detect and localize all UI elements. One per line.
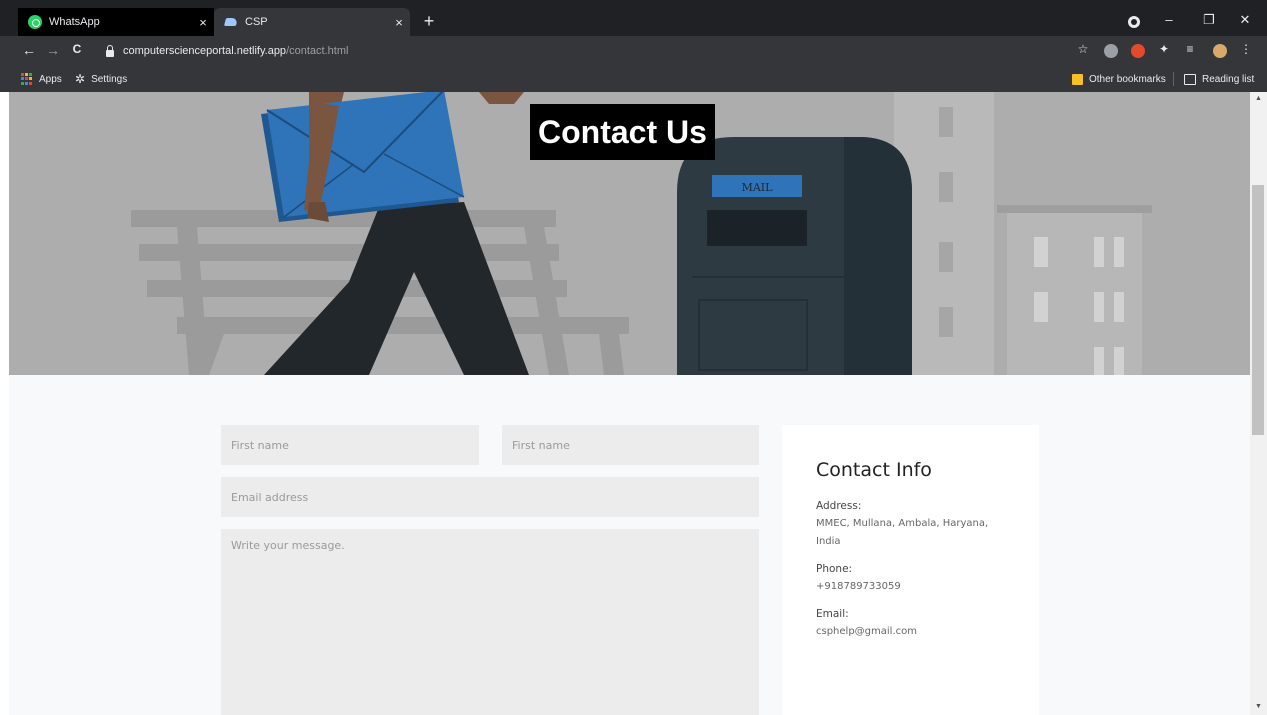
forward-button[interactable]: →: [44, 42, 62, 58]
folder-icon: [1072, 73, 1083, 85]
minimize-button[interactable]: –: [1157, 12, 1181, 27]
tab-title: CSP: [245, 16, 268, 28]
reading-list-icon: [1184, 73, 1196, 85]
profile-icon[interactable]: [1128, 16, 1140, 28]
url-host: computerscienceportal.netlify.app: [123, 45, 287, 57]
extensions-puzzle-icon[interactable]: ✦: [1156, 42, 1172, 56]
scroll-up-arrow-icon[interactable]: ▲: [1250, 92, 1267, 106]
bookmark-label: Settings: [91, 73, 128, 85]
lock-icon: [106, 44, 114, 57]
phone-value: +918789733059: [816, 581, 901, 592]
second-name-input[interactable]: [502, 425, 759, 465]
tab-strip: WhatsApp × CSP × + – ❐ ✕: [0, 8, 1267, 36]
apps-grid-icon: [21, 73, 33, 85]
contact-info-title: Contact Info: [816, 459, 932, 481]
bookmark-divider: [1173, 72, 1174, 86]
gear-icon: ✲: [75, 72, 86, 86]
close-window-button[interactable]: ✕: [1233, 12, 1257, 28]
back-button[interactable]: ←: [20, 42, 38, 58]
url-path: /contact.html: [286, 45, 349, 57]
scrollbar-thumb[interactable]: [1252, 185, 1264, 435]
extension-icon[interactable]: [1104, 44, 1118, 58]
bookmark-star-icon[interactable]: ☆: [1075, 42, 1091, 56]
avatar[interactable]: [1213, 44, 1227, 58]
bookmark-apps[interactable]: Apps: [21, 71, 62, 87]
browser-toolbar: ← → C computerscienceportal.netlify.app …: [0, 36, 1267, 66]
address-line: MMEC, Mullana, Ambala, Haryana,: [816, 518, 989, 529]
address-label: Address:: [816, 500, 862, 512]
contact-info-card: Contact Info Address: MMEC, Mullana, Amb…: [782, 425, 1039, 715]
media-queue-icon[interactable]: ≡: [1182, 42, 1198, 56]
address-value: MMEC, Mullana, Ambala, Haryana, India: [816, 515, 1005, 551]
bookmark-other[interactable]: Other bookmarks: [1072, 71, 1166, 87]
bookmark-settings[interactable]: ✲ Settings: [75, 71, 127, 87]
mailbox-label: MAIL: [742, 181, 774, 194]
first-name-input[interactable]: [221, 425, 479, 465]
menu-kebab-icon[interactable]: ⋮: [1238, 42, 1254, 56]
csp-favicon-icon: [224, 15, 238, 29]
phone-label: Phone:: [816, 563, 853, 575]
message-textarea[interactable]: [221, 529, 759, 715]
bookmark-label: Other bookmarks: [1089, 73, 1166, 85]
page-title: Contact Us: [530, 104, 715, 160]
scroll-down-arrow-icon[interactable]: ▼: [1250, 700, 1267, 714]
browser-chrome: WhatsApp × CSP × + – ❐ ✕ ← → C computers…: [0, 0, 1267, 92]
tab-title: WhatsApp: [49, 16, 100, 28]
hero-banner: MAIL Contact Us: [9, 92, 1250, 375]
new-tab-button[interactable]: +: [418, 11, 440, 32]
restore-button[interactable]: ❐: [1197, 12, 1221, 28]
whatsapp-icon: [28, 15, 42, 29]
bookmark-label: Reading list: [1202, 73, 1255, 85]
email-input[interactable]: [221, 477, 759, 517]
extension-red-icon[interactable]: [1131, 44, 1145, 58]
page-viewport: MAIL Contact Us Contact Info Address: MM…: [9, 92, 1250, 715]
close-tab-icon[interactable]: ×: [388, 15, 410, 30]
tab-whatsapp[interactable]: WhatsApp ×: [18, 8, 214, 36]
reload-button[interactable]: C: [68, 42, 86, 56]
bookmark-reading-list[interactable]: Reading list: [1184, 71, 1254, 87]
bookmark-label: Apps: [39, 73, 62, 85]
email-value: csphelp@gmail.com: [816, 626, 917, 637]
bookmarks-bar: Apps ✲ Settings Other bookmarks Reading …: [0, 66, 1267, 92]
close-tab-icon[interactable]: ×: [192, 15, 214, 30]
tab-csp[interactable]: CSP ×: [214, 8, 410, 36]
email-label: Email:: [816, 608, 849, 620]
address-line: India: [816, 536, 841, 547]
contact-section: Contact Info Address: MMEC, Mullana, Amb…: [9, 375, 1250, 715]
